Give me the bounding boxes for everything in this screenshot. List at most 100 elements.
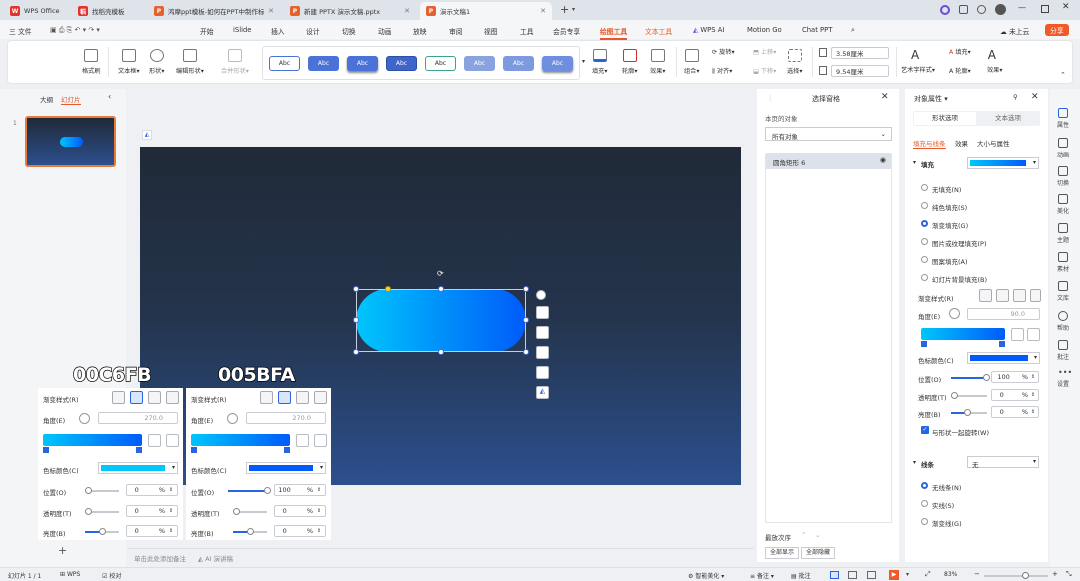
outline-button[interactable]: 轮廓▾ [622,49,637,75]
tab-text-options[interactable]: 文本选项 [977,112,1039,125]
resize-handle[interactable] [523,286,529,292]
window-layout-icon[interactable] [959,5,968,14]
sidebar-item-animation[interactable]: 动画 [1056,138,1070,159]
slider-knob[interactable] [85,508,92,515]
angle-input[interactable]: 270.0 [246,412,326,424]
group-button[interactable]: 组合▾ [684,49,699,75]
tab-text-tools[interactable]: 文本工具 [645,26,672,36]
gradient-style-option[interactable] [166,391,179,404]
slider-knob[interactable] [951,392,958,399]
subtab-effect[interactable]: 效果 [955,138,968,148]
drag-handle-icon[interactable]: ⋮ [767,94,774,102]
tab-islide[interactable]: iSlide [233,26,251,34]
align-button[interactable]: ⫼ 对齐▾ [712,66,732,76]
gradient-stop[interactable] [136,447,142,453]
tab-insert[interactable]: 插入 [271,26,285,36]
slider-knob[interactable] [264,487,271,494]
close-tab-icon[interactable]: ✕ [404,7,410,15]
collapse-panel-icon[interactable]: ‹ [108,92,111,101]
collapse-line-icon[interactable]: ▾ [913,459,916,466]
spinner-icon[interactable]: ⇕ [313,508,325,514]
search-icon[interactable]: ⌕ [851,26,855,35]
collapse-fill-icon[interactable]: ▾ [913,159,916,166]
style-sample[interactable]: Abc [386,56,417,71]
slider-knob[interactable] [983,374,990,381]
ai-assistant-icon[interactable] [940,5,950,15]
tab-shape-options[interactable]: 形状选项 [914,112,976,125]
tab-document-2[interactable]: P 新建 PPTX 演示文稿.pptx ✕ [284,2,416,20]
tab-animation[interactable]: 动画 [378,26,392,36]
style-sample[interactable]: Abc [542,56,573,71]
gradient-bar[interactable] [191,434,290,446]
outline-tab[interactable]: 大纲 [40,94,53,104]
gradient-style-option[interactable] [296,391,309,404]
spinner-icon[interactable]: ⇕ [1028,374,1038,380]
fill-option-pattern[interactable]: 图案填充(A) [932,256,968,266]
stamp-icon[interactable] [536,326,549,339]
play-slideshow-icon[interactable]: ▶ [889,570,899,580]
sidebar-item-theme[interactable]: 主题 [1056,223,1070,244]
art-text-style-button[interactable]: A 艺术字样式▾ [901,49,935,74]
line-option-radio-selected[interactable] [921,482,928,489]
transparency-slider[interactable] [85,508,119,515]
fill-option-radio[interactable] [921,238,928,245]
width-input[interactable]: 9.54厘米 [831,65,889,77]
fullscreen-icon[interactable]: ⤡ [1066,570,1072,579]
spinner-icon[interactable]: ⇕ [165,487,177,493]
wps-ai-float-icon[interactable]: ◭ [142,130,152,140]
subtab-size[interactable]: 大小与属性 [977,138,1010,148]
fill-option-radio-selected[interactable] [921,220,928,227]
close-properties-icon[interactable]: ✕ [1031,92,1039,102]
line-style-dropdown[interactable]: 无 ▾ [967,456,1039,469]
style-sample[interactable]: Abc [464,56,495,71]
gradient-style-option[interactable] [278,391,291,404]
brightness-input[interactable]: 0% ⇕ [991,406,1039,418]
position-slider[interactable] [951,374,990,381]
move-down-icon[interactable]: ⌄ [815,531,820,539]
resize-handle[interactable] [438,286,444,292]
brightness-slider[interactable] [951,409,987,416]
notes-placeholder[interactable]: 单击此处添加备注 [134,553,186,563]
sidebar-item-beautify[interactable]: 美化 [1056,194,1070,215]
notes-toggle[interactable]: ≡ 备注 ▾ [750,571,774,580]
sidebar-item-library[interactable]: 文库 [1056,281,1070,302]
fill-color-dropdown[interactable]: ▾ [967,157,1039,169]
link-icon[interactable] [536,306,549,319]
zoom-in-icon[interactable]: + [1052,570,1058,578]
resize-handle[interactable] [353,349,359,355]
tab-document-1[interactable]: P 鸿摩ppt模板-如何在PPT中制作标 ✕ [148,2,280,20]
sidebar-item-settings[interactable]: ••• 设置 [1056,369,1072,389]
slide-thumbnail[interactable] [25,116,116,167]
resize-handle[interactable] [438,349,444,355]
collapse-float-icon[interactable] [536,290,546,300]
tab-document-active[interactable]: P 演示文稿1 ✕ [420,2,552,20]
ai-notes-button[interactable]: ◭ AI 演讲稿 [198,553,233,563]
fill-option-radio[interactable] [921,274,928,281]
file-menu[interactable]: 三 文件 [9,26,32,36]
line-option-radio[interactable] [921,500,928,507]
style-sample[interactable]: Abc [347,56,378,71]
angle-dial-icon[interactable] [79,413,90,424]
slider-knob[interactable] [1022,572,1029,579]
gradient-bar[interactable] [43,434,142,446]
sidebar-item-comments[interactable]: 批注 [1056,340,1070,361]
minimize-icon[interactable]: — [1018,3,1026,12]
move-up-icon[interactable]: ⌃ [801,531,806,539]
crop-icon[interactable] [536,346,549,359]
slider-knob[interactable] [85,487,92,494]
pin-icon[interactable]: ⚲ [1013,93,1018,101]
line-option-radio[interactable] [921,518,928,525]
gradient-stop[interactable] [284,447,290,453]
style-sample[interactable]: Abc [425,56,456,71]
tab-transition[interactable]: 切换 [342,26,356,36]
tab-review[interactable]: 审阅 [449,26,463,36]
spinner-icon[interactable]: ⇕ [165,508,177,514]
avatar[interactable] [995,4,1006,15]
add-stop-icon[interactable] [296,434,309,447]
text-effect-button[interactable]: A 效果▾ [987,49,1002,74]
share-button[interactable]: 分享 [1045,24,1069,36]
zoom-out-icon[interactable]: − [974,570,980,578]
fit-window-icon[interactable]: ⤢ [925,570,931,579]
resize-handle[interactable] [523,317,529,323]
brightness-input[interactable]: 0% ⇕ [126,525,178,537]
